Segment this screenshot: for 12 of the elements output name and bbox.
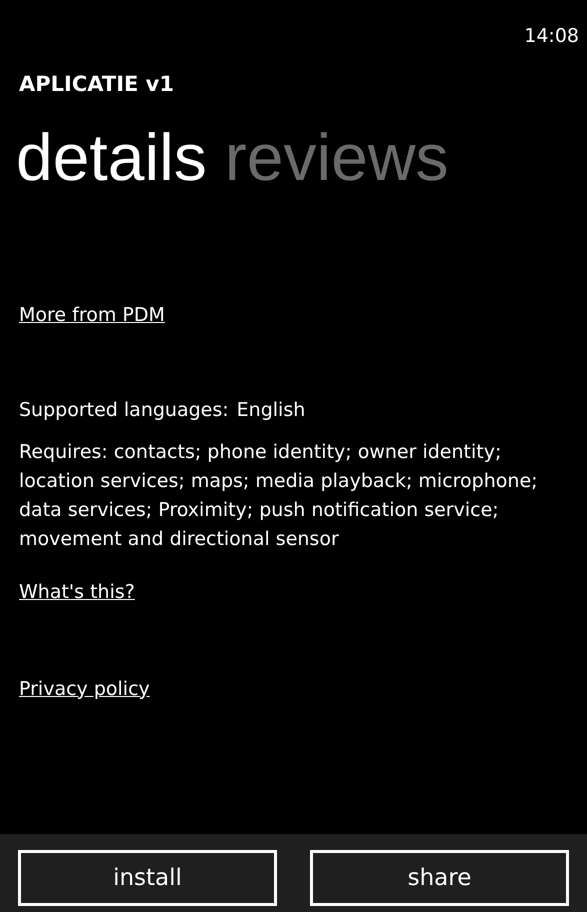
whats-this-link[interactable]: What's this?: [19, 581, 135, 603]
pivot-tab[interactable]: details: [16, 108, 207, 207]
app-bar-button[interactable]: share: [310, 850, 569, 906]
privacy-policy-link[interactable]: Privacy policy: [19, 678, 150, 700]
languages-label: Supported languages:: [19, 398, 229, 422]
requirements-text: Requires: contacts; phone identity; owner identity; location services; maps; media playback; microphone; data services; Proximity; push notification service; movement and directional sensor: [19, 440, 539, 552]
more-from-link[interactable]: More from PDM: [19, 304, 165, 326]
languages-value: English: [236, 398, 306, 422]
pivot-tab[interactable]: reviews: [224, 108, 448, 207]
status-time: 14:08: [524, 25, 579, 47]
app-title: APLICATIE v1: [19, 72, 174, 96]
app-bar-button[interactable]: install: [18, 850, 277, 906]
